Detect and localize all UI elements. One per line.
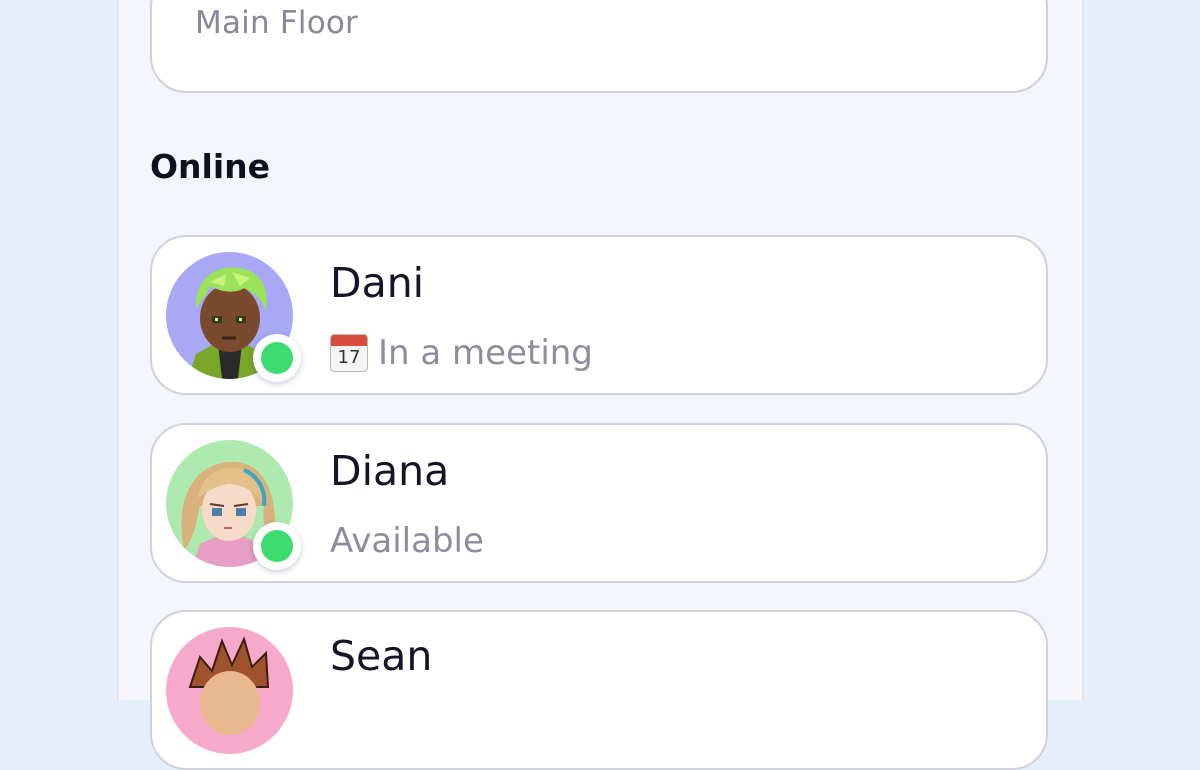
calendar-icon: 17 xyxy=(330,334,368,372)
avatar-image xyxy=(166,627,293,754)
member-name: Dani xyxy=(330,259,425,307)
location-field[interactable]: Main Floor xyxy=(150,0,1048,93)
member-status-text: Available xyxy=(330,521,484,561)
member-name: Sean xyxy=(330,632,433,680)
member-card-dani[interactable]: Dani 17 In a meeting xyxy=(150,235,1048,395)
member-card-diana[interactable]: Diana Available xyxy=(150,423,1048,583)
member-name: Diana xyxy=(330,447,450,495)
member-status-text: In a meeting xyxy=(378,333,593,373)
side-panel: Main Floor Online Dani 17 In a meeting D… xyxy=(117,0,1084,770)
member-card-sean[interactable]: Sean xyxy=(150,610,1048,770)
online-status-indicator xyxy=(253,522,301,570)
member-status: 17 In a meeting xyxy=(330,333,593,373)
online-section-title: Online xyxy=(150,147,271,186)
member-status: Available xyxy=(330,521,484,561)
avatar xyxy=(166,627,293,754)
location-value: Main Floor xyxy=(195,5,358,41)
online-status-indicator xyxy=(253,334,301,382)
